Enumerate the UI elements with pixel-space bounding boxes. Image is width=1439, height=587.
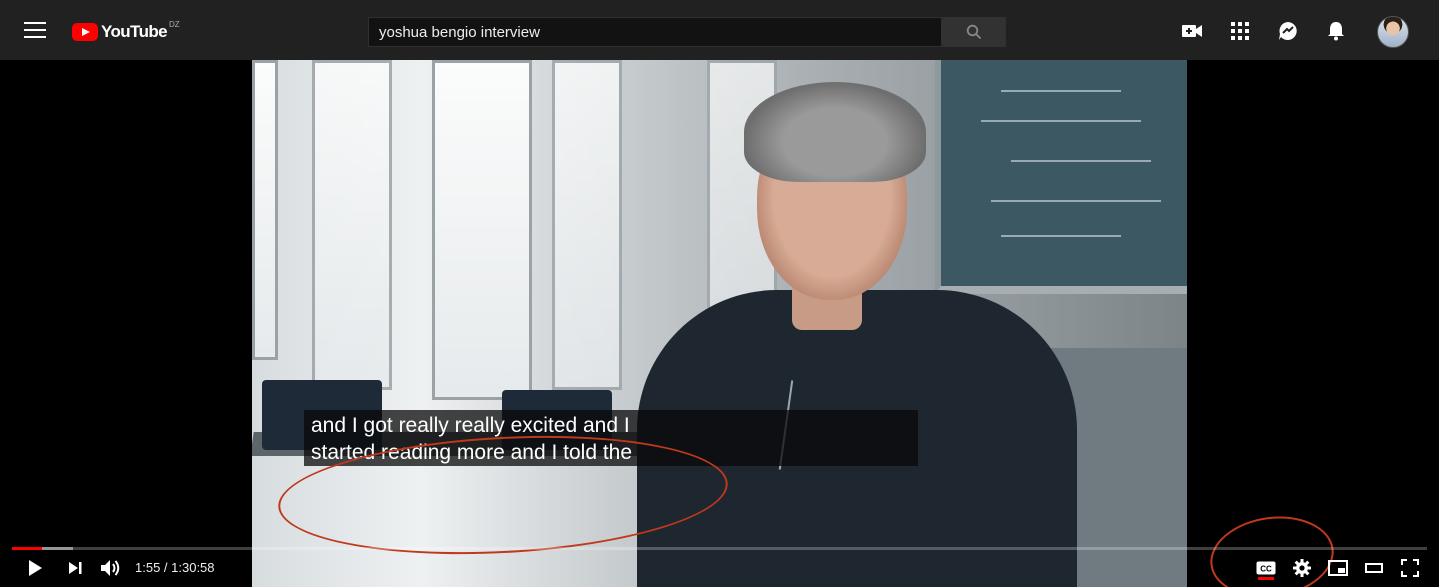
play-icon [29, 560, 42, 576]
youtube-logo[interactable]: YouTube DZ [72, 19, 180, 42]
logo-text: YouTube [101, 22, 168, 41]
time-display: 1:55 / 1:30:58 [135, 560, 215, 575]
play-button[interactable] [24, 556, 46, 580]
video-camera-add-icon[interactable] [1181, 20, 1203, 42]
search-input[interactable] [368, 17, 942, 47]
svg-text:CC: CC [1260, 565, 1272, 574]
volume-button[interactable] [100, 556, 122, 580]
progress-played [12, 547, 42, 550]
next-icon [69, 562, 82, 574]
window [432, 60, 532, 400]
person-hair [744, 82, 926, 182]
miniplayer-button[interactable] [1327, 556, 1349, 580]
volume-icon [101, 560, 120, 576]
search-bar [368, 17, 1006, 47]
next-button[interactable] [64, 556, 86, 580]
window [312, 60, 392, 390]
window [552, 60, 622, 390]
search-icon [966, 24, 981, 40]
window [252, 60, 278, 360]
theater-mode-icon [1365, 563, 1383, 573]
progress-bar[interactable] [12, 547, 1427, 550]
fullscreen-button[interactable] [1399, 556, 1421, 580]
caption-window: and I got really really excited and I st… [304, 410, 918, 466]
messages-icon[interactable] [1277, 20, 1299, 42]
theater-mode-button[interactable] [1363, 556, 1385, 580]
bell-icon[interactable] [1325, 20, 1347, 42]
hamburger-menu-icon[interactable] [24, 22, 46, 38]
miniplayer-icon [1328, 560, 1348, 576]
region-code: DZ [169, 19, 180, 29]
video-frame[interactable] [252, 60, 1187, 587]
caption-line: and I got really really excited and I [311, 414, 630, 437]
caption-line: started reading more and I told the [311, 441, 633, 464]
masthead: YouTube DZ [0, 0, 1439, 60]
fullscreen-icon [1401, 559, 1419, 577]
apps-grid-icon[interactable] [1229, 20, 1251, 42]
video-player[interactable] [0, 60, 1439, 587]
youtube-logo-icon [72, 23, 98, 41]
closed-captions-icon: CC [1256, 561, 1276, 575]
gear-icon [1293, 559, 1311, 577]
search-button[interactable] [942, 17, 1006, 47]
settings-button[interactable] [1291, 556, 1313, 580]
subtitles-active-indicator [1258, 577, 1274, 580]
blackboard [935, 60, 1187, 294]
avatar[interactable] [1377, 16, 1409, 48]
